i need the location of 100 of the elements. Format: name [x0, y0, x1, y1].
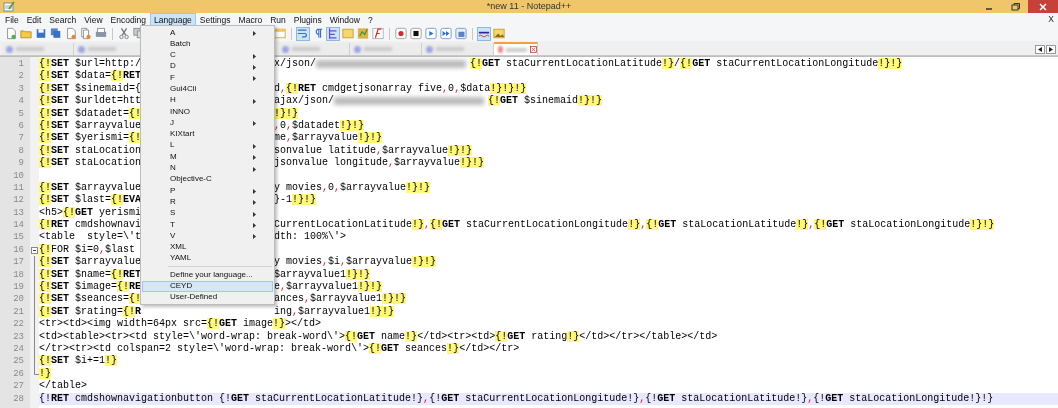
line-number: 18 [12, 268, 25, 282]
code-line: ajax/json/ [274, 95, 334, 108]
menu-item[interactable]: R [142, 196, 273, 208]
menu-item[interactable]: Search [45, 12, 81, 27]
line-number: 12 [12, 194, 25, 207]
menu-item[interactable]: Window [325, 12, 364, 27]
code-line: {!RET cmdshownavi [39, 219, 142, 231]
menu-item[interactable]: Run [266, 12, 290, 27]
line-number: 10 [12, 169, 25, 182]
menu-item[interactable]: F [142, 72, 273, 84]
menu-item[interactable]: Plugins [289, 12, 326, 27]
code-line: y movies,0,$arrayvalue!}!} [274, 181, 431, 194]
line-number: 3 [17, 82, 25, 96]
line-number: 13 [12, 206, 25, 220]
menu-item[interactable]: View [80, 12, 107, 27]
line-number: 28 [12, 392, 25, 405]
code-line: ances,$arrayvalue1!}!} [274, 293, 407, 306]
menu-item[interactable]: Encoding [106, 12, 151, 27]
line-number: 25 [12, 355, 25, 368]
code-line: x/json/ [274, 58, 316, 71]
menu-item[interactable]: C [142, 49, 273, 61]
code-line: {!SET $arrayvalue [39, 119, 142, 131]
code-line: {!SET $yerismi={! [39, 132, 142, 144]
menu-item[interactable]: S [142, 207, 273, 220]
menu-item[interactable]: YAML [142, 252, 273, 265]
code-line: {!SET $image={!RE [39, 281, 142, 293]
code-line: <table style=\'t [39, 231, 142, 243]
menu-item[interactable]: KIXtart [142, 128, 273, 140]
menu-item[interactable]: Settings [195, 12, 235, 27]
line-number: 21 [12, 305, 25, 319]
menu-item[interactable]: A [142, 27, 273, 39]
code-line: {!FOR $i=0,$last [39, 243, 136, 255]
code-line: {!GET staCurrentLocationLatitude!}/{!GET staCurrentLocationLongitude!}!} [470, 58, 903, 71]
code-line: y movies,$i,$arrayvalue!}!} [274, 256, 437, 269]
code-line: ing,$arrayvalue1!}!} [274, 305, 395, 318]
line-number: 4 [17, 95, 25, 108]
line-number: 22 [12, 318, 25, 331]
menu-item[interactable]: Batch [142, 38, 273, 50]
code-line: sonvalue latitude,$arrayvalue!}!} [274, 144, 473, 157]
code-line: jsonvalue longitude,$arrayvalue!}!} [274, 157, 485, 170]
code-line: {!SET $last={!EVA [39, 194, 142, 206]
line-number: 17 [12, 256, 25, 269]
menu-item[interactable]: M [142, 151, 273, 163]
line-number: 23 [12, 330, 25, 343]
menu-item[interactable]: V [142, 230, 273, 242]
code-line: {!SET $arrayvalue [39, 256, 142, 268]
line-number: 6 [17, 119, 25, 133]
menu-item[interactable]: N [142, 162, 273, 174]
menu-item[interactable]: User-Defined [142, 291, 273, 304]
line-number: 2 [17, 70, 25, 83]
menu-item[interactable]: ? [363, 12, 377, 27]
line-number: 14 [12, 219, 25, 232]
close-document-button[interactable]: X [1048, 13, 1054, 26]
menu-item[interactable]: P [142, 185, 273, 197]
line-number: 20 [12, 293, 25, 306]
code-line: dth: 100%\'> [274, 231, 346, 244]
code-line: {!SET $sinemaid={ [39, 82, 142, 94]
code-line: {!SET $i+=1!} [39, 355, 118, 368]
menu-item[interactable]: XML [142, 241, 273, 253]
code-line: {!GET $sinemaid!}!} [488, 95, 603, 108]
menu-item[interactable]: Define your language... [142, 269, 273, 281]
code-line: </tr><tr><td colspan=2 style=\'word-wrap: break-word\'>{!GET seances!}</td></tr> [39, 343, 520, 355]
line-number: 8 [17, 144, 25, 158]
menu-item[interactable]: D [142, 60, 273, 73]
code-line: {!SET $seances={! [39, 293, 142, 305]
menu-item[interactable]: File [1, 12, 23, 27]
code-line: {!SET staLocation [39, 144, 142, 156]
menu-item[interactable]: J [142, 117, 273, 129]
code-line: {!SET $data={!RET [39, 70, 142, 82]
line-number: 1 [17, 58, 25, 71]
code-line: me,$arrayvalue!}!} [274, 132, 383, 145]
code-line: {!SET $name={!RET [39, 268, 142, 280]
menu-item[interactable]: T [142, 219, 273, 231]
code-line: $arrayvalue1!}!} [274, 268, 371, 281]
code-line: d,{!RET cmdgetjsonarray five,0,$data!}!}!} [274, 82, 527, 95]
code-line: {!SET $urldet=htt [39, 95, 142, 107]
menu-item[interactable]: INNO [142, 106, 273, 118]
menu-item[interactable]: Macro [234, 12, 267, 27]
line-number: 27 [12, 380, 25, 393]
code-line: CurrentLocationLatitude!},{!GET staCurrentLocationLongitude!},{!GET staLocationLatitude!},{!GET staLocationLongitude!}!} [274, 219, 995, 231]
line-number: 26 [12, 367, 25, 381]
code-line: !}!} [274, 107, 299, 120]
line-number: 7 [17, 132, 25, 145]
code-line: {!RET cmdshownavigationbutton {!GET staCurrentLocationLatitude!},{!GET staCurrentLocationLongitude!},{!GET staLocationLatitude!},{!GET staLocationLongitude!}!} [39, 392, 994, 405]
line-number: 11 [12, 181, 25, 195]
menu-item[interactable]: Gui4Cli [142, 83, 273, 95]
code-line: <h5>{!GET yerismi [39, 206, 142, 218]
code-line: {!SET staLocation [39, 157, 142, 169]
line-number: 24 [12, 343, 25, 356]
code-line: <td><table><tr><td style=\'word-wrap: break-word\'>{!GET name!}</td><tr><td>{!GET rating!}</td></tr></table></td> [39, 330, 718, 343]
menu-item[interactable]: Edit [22, 12, 46, 27]
menu-item[interactable]: Objective-C [142, 173, 273, 186]
code-line: </table> [39, 380, 87, 393]
menu-item[interactable]: CEYD [142, 280, 273, 292]
line-number: 16 [12, 243, 25, 257]
menu-item[interactable]: L [142, 139, 273, 152]
menu-item[interactable]: H [142, 94, 273, 107]
code-line: e,$arrayvalue1!}!} [274, 281, 383, 293]
code-line: {!SET $rating={!R [39, 305, 142, 317]
line-number: 9 [17, 157, 25, 170]
